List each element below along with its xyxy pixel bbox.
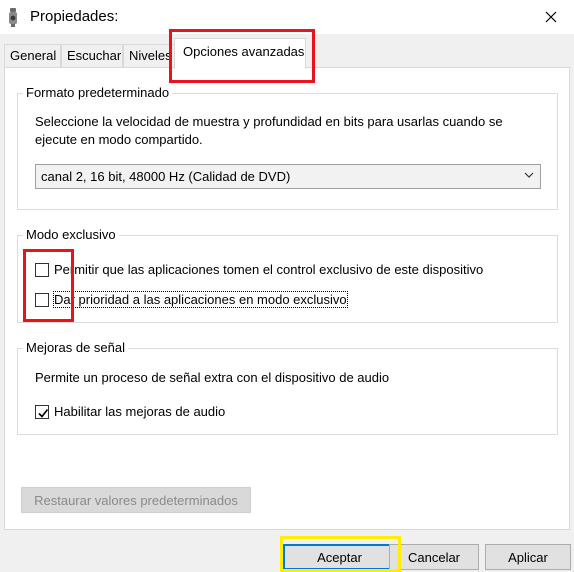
tab-escuchar[interactable]: Escuchar bbox=[61, 44, 123, 68]
tab-label: Escuchar bbox=[67, 48, 122, 63]
window-title: Propiedades: bbox=[30, 8, 119, 25]
default-format-group: Formato predeterminado Seleccione la vel… bbox=[17, 85, 558, 210]
checkbox-box bbox=[35, 404, 49, 419]
tab-opciones-avanzadas[interactable]: Opciones avanzadas bbox=[174, 38, 306, 69]
group-title: Formato predeterminado bbox=[23, 85, 173, 100]
accept-label: Aceptar bbox=[317, 549, 362, 565]
checkbox-label: Habilitar las mejoras de audio bbox=[54, 404, 226, 419]
tab-niveles[interactable]: Niveles bbox=[123, 44, 175, 68]
priority-exclusive-checkbox[interactable]: Dar prioridad a las aplicaciones en modo… bbox=[35, 291, 348, 308]
cancel-button[interactable]: Cancelar bbox=[389, 544, 479, 570]
speaker-icon bbox=[9, 8, 17, 27]
tab-panel-advanced: Formato predeterminado Seleccione la vel… bbox=[4, 67, 570, 530]
format-select[interactable]: canal 2, 16 bit, 48000 Hz (Calidad de DV… bbox=[35, 164, 541, 189]
checkbox-label: Permitir que las aplicaciones tomen el c… bbox=[54, 262, 484, 277]
format-select-value: canal 2, 16 bit, 48000 Hz (Calidad de DV… bbox=[41, 169, 291, 184]
chevron-down-icon bbox=[524, 172, 534, 178]
restore-defaults-label: Restaurar valores predeterminados bbox=[34, 492, 238, 508]
checkbox-box bbox=[35, 262, 49, 277]
signal-enhancements-description: Permite un proceso de señal extra con el… bbox=[35, 370, 390, 385]
group-title: Modo exclusivo bbox=[23, 227, 119, 242]
checkmark-icon bbox=[38, 408, 49, 418]
accept-button[interactable]: Aceptar bbox=[283, 544, 396, 570]
checkbox-box bbox=[35, 292, 49, 307]
allow-exclusive-checkbox[interactable]: Permitir que las aplicaciones tomen el c… bbox=[35, 262, 483, 277]
tab-label: Niveles bbox=[129, 48, 172, 63]
exclusive-mode-group: Modo exclusivo Permitir que las aplicaci… bbox=[17, 227, 558, 323]
restore-defaults-button[interactable]: Restaurar valores predeterminados bbox=[21, 487, 251, 513]
apply-button[interactable]: Aplicar bbox=[485, 544, 571, 570]
apply-label: Aplicar bbox=[508, 549, 548, 565]
tab-general[interactable]: General bbox=[4, 44, 61, 68]
close-icon bbox=[545, 11, 557, 23]
cancel-label: Cancelar bbox=[407, 549, 461, 565]
signal-enhancements-group: Mejoras de señal Permite un proceso de s… bbox=[17, 340, 558, 435]
enable-enhancements-checkbox[interactable]: Habilitar las mejoras de audio bbox=[35, 404, 225, 419]
close-button[interactable] bbox=[528, 0, 574, 34]
checkbox-label: Dar prioridad a las aplicaciones en modo… bbox=[53, 291, 348, 308]
title-bar: Propiedades: bbox=[0, 0, 574, 34]
default-format-description: Seleccione la velocidad de muestra y pro… bbox=[35, 114, 503, 147]
group-title: Mejoras de señal bbox=[23, 340, 128, 355]
tab-label: Opciones avanzadas bbox=[183, 44, 305, 59]
tab-label: General bbox=[10, 48, 57, 63]
